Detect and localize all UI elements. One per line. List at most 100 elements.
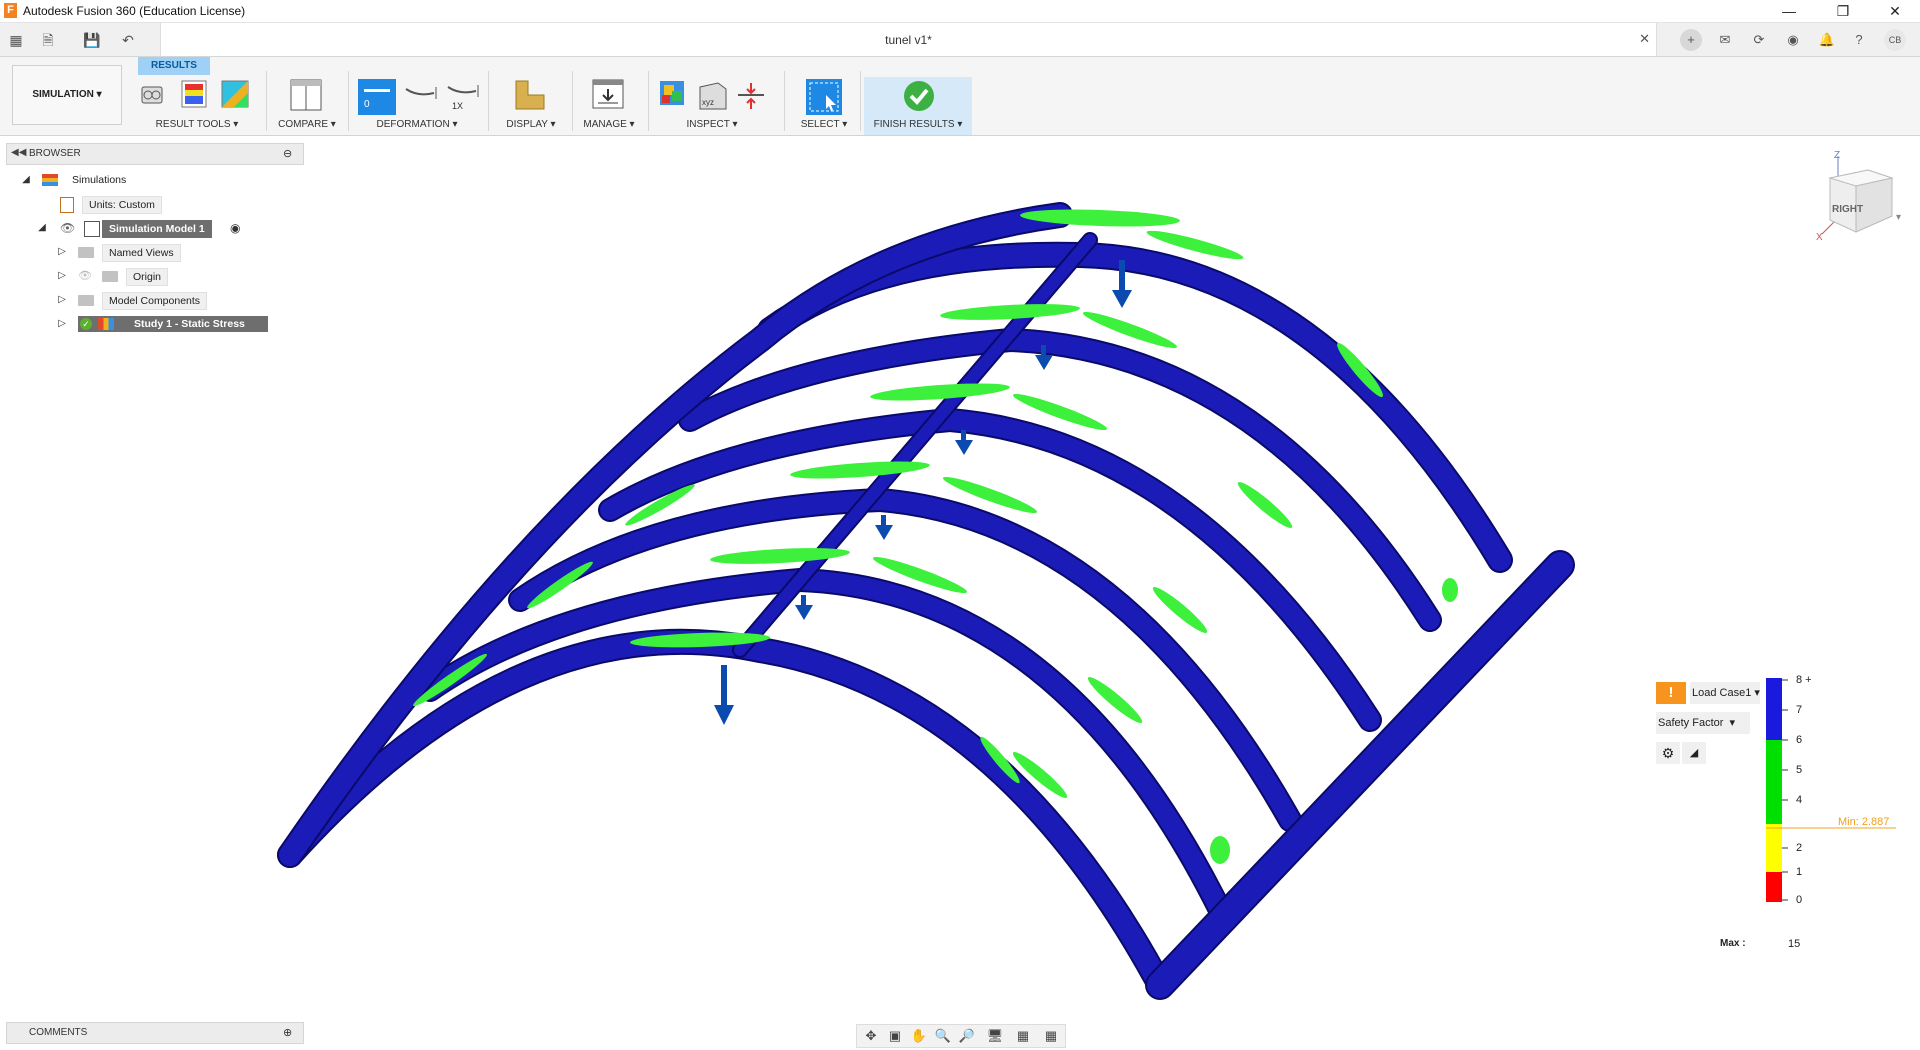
- document-tab[interactable]: tunel v1* ✕: [160, 23, 1657, 56]
- collapse-browser-icon[interactable]: ◀◀: [11, 147, 26, 158]
- display-icon[interactable]: [514, 79, 546, 111]
- scale-blue: [1766, 678, 1782, 740]
- warning-icon[interactable]: !: [1656, 682, 1686, 704]
- expand-icon[interactable]: ▷: [56, 290, 68, 310]
- hidden-eye-icon[interactable]: 👁: [78, 266, 92, 286]
- section-analysis-icon: [738, 83, 764, 109]
- tree-label: Units: Custom: [82, 196, 162, 214]
- eye-icon[interactable]: 👁: [60, 218, 75, 238]
- separator: [488, 71, 489, 131]
- deformation-actual-icon[interactable]: 1X: [446, 83, 482, 113]
- restore-button[interactable]: ❐: [1820, 0, 1866, 22]
- window-title: Autodesk Fusion 360 (Education License): [23, 4, 246, 18]
- check-status-icon: ✓: [80, 318, 92, 330]
- group-display[interactable]: DISPLAY ▾: [496, 119, 566, 130]
- tick-label: 5: [1796, 764, 1803, 776]
- group-select[interactable]: SELECT ▾: [792, 119, 856, 130]
- user-avatar[interactable]: CB: [1884, 29, 1906, 51]
- pan-icon[interactable]: ✋: [907, 1027, 931, 1045]
- z-axis-label: Z: [1834, 150, 1840, 161]
- undo-icon[interactable]: ↶: [118, 30, 138, 50]
- group-finish-results[interactable]: FINISH RESULTS ▾: [864, 119, 972, 130]
- tree-label: Study 1 - Static Stress: [134, 318, 245, 330]
- group-inspect[interactable]: INSPECT ▾: [652, 119, 772, 130]
- scale-green: [1766, 740, 1782, 824]
- grid-settings-icon[interactable]: ▦: [1011, 1027, 1035, 1045]
- probe-icon: [660, 81, 684, 105]
- browser-menu-icon[interactable]: ⊖: [283, 147, 292, 160]
- folder-icon: [102, 271, 118, 282]
- result-tools-icons[interactable]: [138, 79, 256, 111]
- activate-radio-icon[interactable]: ◉: [230, 218, 240, 238]
- max-value: 15: [1788, 938, 1801, 950]
- comments-panel[interactable]: COMMENTS ⊕: [6, 1022, 304, 1044]
- title-bar: F Autodesk Fusion 360 (Education License…: [0, 0, 1920, 23]
- workspace-switcher[interactable]: SIMULATION ▾: [12, 65, 122, 125]
- expand-icon[interactable]: ▷: [56, 242, 68, 262]
- save-icon[interactable]: 💾: [82, 30, 102, 50]
- scale-yellow: [1766, 824, 1782, 872]
- look-at-icon[interactable]: ▣: [883, 1027, 907, 1045]
- extensions-icon[interactable]: ⟳: [1748, 29, 1770, 51]
- fit-icon[interactable]: 🔎: [955, 1027, 979, 1045]
- online-status-icon[interactable]: ◉: [1782, 29, 1804, 51]
- select-icon[interactable]: [806, 79, 842, 115]
- result-type-dropdown[interactable]: Safety Factor ▾: [1656, 712, 1750, 734]
- notifications-icon[interactable]: 🔔: [1816, 29, 1838, 51]
- tree-row-simulations[interactable]: ◢ Simulations: [20, 170, 300, 190]
- add-comment-icon[interactable]: ⊕: [283, 1026, 292, 1039]
- group-deformation[interactable]: DEFORMATION ▾: [352, 119, 482, 130]
- deformation-adjusted-icon[interactable]: [404, 85, 440, 105]
- zoom-icon[interactable]: 🔍: [931, 1027, 955, 1045]
- load-arrow: [875, 515, 893, 540]
- deformation-none-button[interactable]: 0: [358, 79, 396, 115]
- manage-icon[interactable]: [592, 79, 624, 111]
- plot-icon: [221, 80, 249, 108]
- inspect-icons[interactable]: xyz: [658, 79, 768, 113]
- group-manage[interactable]: MANAGE ▾: [574, 119, 644, 130]
- separator: [348, 71, 349, 131]
- expand-icon[interactable]: ◢: [20, 170, 32, 190]
- x-axis-label: X: [1816, 232, 1823, 243]
- viewport-canvas[interactable]: [250, 190, 1620, 1010]
- group-result-tools[interactable]: RESULT TOOLS ▾: [138, 119, 256, 130]
- file-menu-icon[interactable]: 🗎: [38, 30, 58, 50]
- close-tab-icon[interactable]: ✕: [1639, 31, 1650, 47]
- tab-results[interactable]: RESULTS: [138, 57, 210, 75]
- job-status-icon[interactable]: ✉: [1714, 29, 1736, 51]
- tick-label: 0: [1796, 894, 1803, 906]
- browser-header[interactable]: ◀◀ BROWSER ⊖: [6, 143, 304, 165]
- orbit-icon[interactable]: ✥: [859, 1027, 883, 1045]
- svg-text:xyz: xyz: [702, 98, 714, 107]
- help-icon[interactable]: ?: [1848, 29, 1870, 51]
- viewports-icon[interactable]: ▦: [1039, 1027, 1063, 1045]
- expand-icon[interactable]: ◢: [36, 218, 48, 238]
- navigation-bar: ✥ ▣ ✋ 🔍 🔎 🖥 ▦ ▦: [856, 1024, 1066, 1048]
- tree-label: Simulation Model 1: [102, 220, 212, 238]
- minimize-button[interactable]: —: [1766, 0, 1812, 22]
- model-icon: [84, 221, 100, 237]
- color-scale: [1766, 678, 1896, 902]
- fusion-logo: F: [4, 3, 17, 18]
- legend-scale-icon[interactable]: ◢: [1682, 742, 1706, 764]
- compare-icon[interactable]: [290, 79, 322, 111]
- load-arrow: [714, 665, 734, 725]
- close-window-button[interactable]: ✕: [1872, 0, 1918, 22]
- result-legend: ! Load Case1 ▾ Safety Factor ▾ ⚙ ◢ 8 + 7…: [1656, 674, 1896, 958]
- truss-model: [277, 202, 1575, 1000]
- separator: [784, 71, 785, 131]
- tick-label: 6: [1796, 734, 1803, 746]
- app-grid-icon[interactable]: ▦: [6, 30, 26, 50]
- separator: [648, 71, 649, 131]
- folder-icon: [78, 247, 94, 258]
- group-compare[interactable]: COMPARE ▾: [272, 119, 342, 130]
- display-settings-icon[interactable]: 🖥: [983, 1027, 1007, 1045]
- legend-settings-icon[interactable]: ⚙: [1656, 742, 1680, 764]
- expand-icon[interactable]: ▷: [56, 266, 68, 286]
- load-case-dropdown[interactable]: Load Case1 ▾: [1690, 682, 1760, 704]
- view-cube[interactable]: Z X RIGHT ▾: [1808, 148, 1908, 244]
- new-tab-icon[interactable]: +: [1680, 29, 1702, 51]
- separator: [572, 71, 573, 131]
- separator: [266, 71, 267, 131]
- expand-icon[interactable]: ▷: [56, 314, 68, 334]
